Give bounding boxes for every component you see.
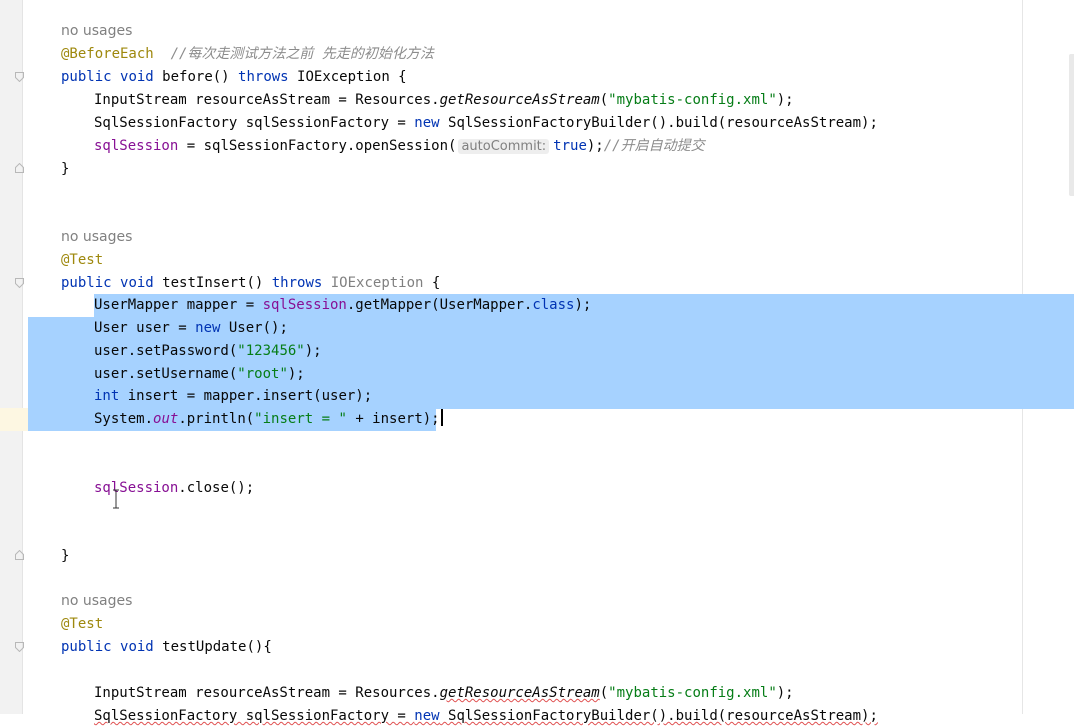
usage-hint[interactable]: no usages (61, 226, 132, 249)
text-caret (440, 409, 443, 426)
parameter-hint: autoCommit: (458, 139, 550, 154)
code-line[interactable]: System.out.println("insert = " + insert)… (94, 408, 443, 431)
code-line[interactable]: @Test (61, 613, 103, 636)
code-line[interactable]: @BeforeEach //每次走测试方法之前 先走的初始化方法 (61, 43, 434, 66)
method-name: testInsert() (162, 275, 272, 291)
code-line[interactable]: UserMapper mapper = sqlSession.getMapper… (94, 294, 591, 317)
fold-close-icon[interactable] (15, 163, 24, 173)
code-line[interactable]: InputStream resourceAsStream = Resources… (94, 89, 794, 112)
mouse-cursor-icon (110, 489, 122, 509)
code-line[interactable]: SqlSessionFactory sqlSessionFactory = ne… (94, 705, 878, 728)
fold-open-icon[interactable] (15, 278, 24, 288)
code-line[interactable]: user.setPassword("123456"); (94, 340, 322, 363)
code-line[interactable]: InputStream resourceAsStream = Resources… (94, 682, 794, 705)
annotation: @BeforeEach (61, 46, 154, 62)
code-line[interactable]: SqlSessionFactory sqlSessionFactory = ne… (94, 112, 878, 135)
usage-hint[interactable]: no usages (61, 590, 132, 613)
method-name: before() (162, 69, 239, 85)
code-line[interactable]: } (61, 545, 69, 568)
annotation: @Test (61, 616, 104, 632)
fold-close-icon[interactable] (15, 550, 24, 560)
code-line[interactable]: user.setUsername("root"); (94, 363, 305, 386)
current-line-highlight (0, 408, 28, 431)
gutter-separator (22, 0, 23, 714)
code-line[interactable]: public void testUpdate(){ (61, 636, 272, 659)
code-line[interactable]: sqlSession = sqlSessionFactory.openSessi… (94, 135, 705, 158)
method-name: testUpdate(){ (162, 639, 272, 655)
fold-open-icon[interactable] (15, 642, 24, 652)
code-line[interactable]: public void testInsert() throws IOExcept… (61, 272, 440, 295)
code-line[interactable]: int insert = mapper.insert(user); (94, 385, 372, 408)
code-line[interactable]: @Test (61, 249, 103, 272)
code-line[interactable]: } (61, 158, 69, 181)
comment: //每次走测试方法之前 先走的初始化方法 (170, 46, 434, 62)
code-line[interactable]: User user = new User(); (94, 317, 288, 340)
editor-gutter (0, 0, 22, 714)
usage-hint[interactable]: no usages (61, 20, 132, 43)
annotation: @Test (61, 252, 104, 268)
fold-open-icon[interactable] (15, 72, 24, 82)
scrollbar-marker[interactable] (1069, 54, 1074, 196)
code-line[interactable]: public void before() throws IOException … (61, 66, 407, 89)
